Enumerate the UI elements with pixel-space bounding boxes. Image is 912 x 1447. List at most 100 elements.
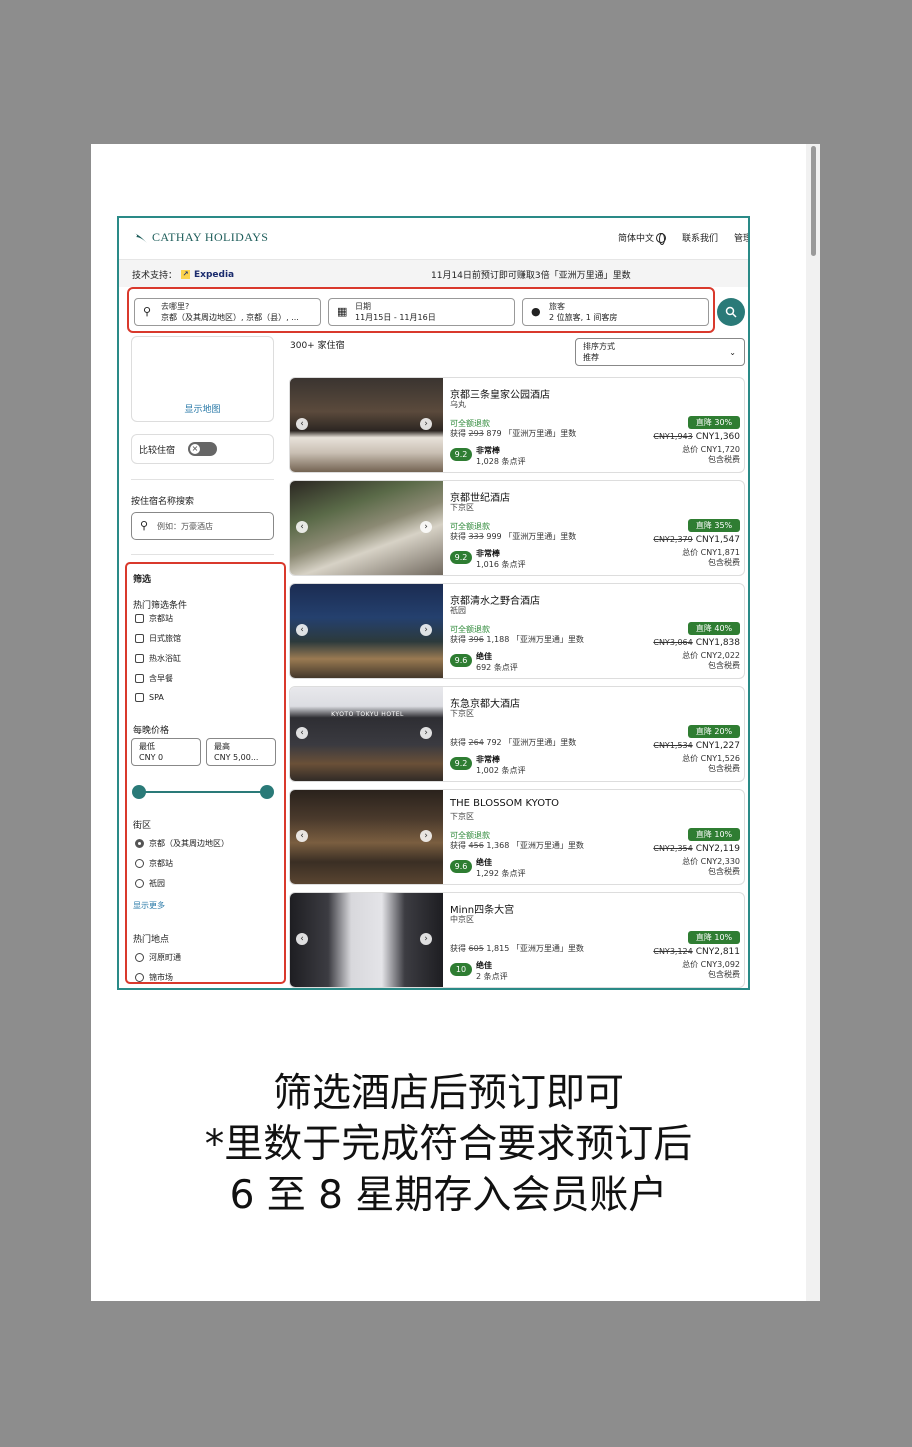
search-icon (725, 306, 737, 318)
hotel-card[interactable]: ‹ › 京都清水之野合酒店 祇园 可全额退款 获得 396 1,188 「亚洲万… (289, 583, 745, 679)
price-line: CNY1,534 CNY1,227 (653, 741, 740, 751)
show-map-link[interactable]: 显示地图 (132, 402, 273, 415)
caption-line: *里数于完成符合要求预订后 (204, 1122, 693, 1167)
filter-checkbox[interactable]: 京都站 (135, 613, 173, 624)
miles-suffix: 「亚洲万里通」里数 (511, 841, 584, 850)
miles-prefix: 获得 (450, 429, 466, 438)
dates-field[interactable]: ▦ 日期 11月15日 - 11月16日 (328, 298, 515, 326)
district-label: 祇园 (149, 879, 165, 888)
price-slider-max-handle[interactable] (260, 785, 274, 799)
search-button[interactable] (717, 298, 745, 326)
travelers-label: 旅客 (549, 302, 565, 311)
price-slider-track[interactable] (139, 791, 266, 793)
next-photo-icon[interactable]: › (420, 727, 432, 739)
calendar-icon: ▦ (337, 305, 348, 318)
filter-checkbox[interactable]: 含早餐 (135, 673, 173, 684)
name-search-input[interactable]: ⚲ 例如：万豪酒店 (131, 512, 274, 540)
search-highlight-box: ⚲ 去哪里? 京都（及其周边地区）, 京都（县）, ... ▦ 日期 11月15… (127, 287, 715, 333)
hotel-card[interactable]: KYOTO TOKYU HOTEL ‹ › 东急京都大酒店 下京区 获得 264… (289, 686, 745, 782)
landmark-radio[interactable]: 河原町通 (135, 952, 181, 963)
filter-checkbox[interactable]: 日式旅馆 (135, 633, 181, 644)
prev-photo-icon[interactable]: ‹ (296, 624, 308, 636)
current-price: CNY1,360 (695, 432, 740, 442)
next-photo-icon[interactable]: › (420, 521, 432, 533)
hotel-card[interactable]: ‹ › 京都世纪酒店 下京区 可全额退款 获得 333 999 「亚洲万里通」里… (289, 480, 745, 576)
sort-dropdown[interactable]: 排序方式 推荐 ⌄ (575, 338, 745, 366)
radio-icon (135, 953, 144, 962)
miles-suffix: 「亚洲万里通」里数 (504, 429, 577, 438)
prev-photo-icon[interactable]: ‹ (296, 830, 308, 842)
price-slider-min-handle[interactable] (132, 785, 146, 799)
manage-link[interactable]: 管理 (734, 231, 748, 244)
taxes-note: 包含税费 (708, 764, 740, 773)
language-selector[interactable]: 简体中文 (618, 231, 666, 245)
travelers-value: 2 位旅客, 1 间客房 (549, 313, 618, 322)
district-radio[interactable]: 祇园 (135, 878, 165, 889)
radio-icon (135, 879, 144, 888)
prev-photo-icon[interactable]: ‹ (296, 521, 308, 533)
district-radio[interactable]: 京都（及其周边地区） (135, 838, 229, 849)
landmarks-title: 热门地点 (133, 935, 170, 945)
promo-text: 11月14日前预订即可赚取3倍「亚洲万里通」里数 (431, 271, 631, 281)
filter-label: 热水浴缸 (149, 654, 181, 663)
old-price: CNY2,354 (653, 844, 693, 853)
hotel-card[interactable]: ‹ › Minn四条大宫 中京区 获得 605 1,815 「亚洲万里通」里数 … (289, 892, 745, 988)
old-price: CNY3,124 (653, 947, 693, 956)
compare-toggle[interactable]: × (188, 442, 217, 456)
prev-photo-icon[interactable]: ‹ (296, 933, 308, 945)
name-search-title: 按住宿名称搜索 (131, 497, 195, 507)
district-radio[interactable]: 京都站 (135, 858, 173, 869)
price-title: 每晚价格 (133, 726, 170, 736)
current-price: CNY1,838 (695, 638, 740, 648)
contact-link[interactable]: 联系我们 (682, 231, 718, 244)
show-more-link[interactable]: 显示更多 (133, 900, 165, 911)
discount-badge: 直降 35% (688, 519, 740, 532)
miles-prefix: 获得 (450, 944, 466, 953)
page-scrollbar[interactable] (806, 144, 820, 1301)
district-title: 街区 (133, 821, 152, 831)
miles-old: 293 (468, 429, 484, 438)
sort-label: 排序方式 (583, 342, 615, 351)
destination-field[interactable]: ⚲ 去哪里? 京都（及其周边地区）, 京都（县）, ... (134, 298, 321, 326)
filter-checkbox[interactable]: 热水浴缸 (135, 653, 181, 664)
hotel-card[interactable]: ‹ › 京都三条皇家公园酒店 乌丸 可全额退款 获得 293 879 「亚洲万里… (289, 377, 745, 473)
price-min-field[interactable]: 最低 CNY 0 (131, 738, 201, 766)
miles-old: 396 (468, 635, 484, 644)
miles-old: 333 (468, 532, 484, 541)
miles-prefix: 获得 (450, 635, 466, 644)
price-line: CNY3,064 CNY1,838 (653, 638, 740, 648)
filter-checkbox[interactable]: SPA (135, 693, 164, 702)
prev-photo-icon[interactable]: ‹ (296, 727, 308, 739)
travelers-field[interactable]: ● 旅客 2 位旅客, 1 间客房 (522, 298, 709, 326)
landmark-label: 锦市场 (149, 973, 173, 982)
price-max-label: 最高 (214, 742, 230, 751)
miles-text: 获得 264 792 「亚洲万里通」里数 (450, 737, 576, 748)
landmark-label: 河原町通 (149, 953, 181, 962)
next-photo-icon[interactable]: › (420, 418, 432, 430)
prev-photo-icon[interactable]: ‹ (296, 418, 308, 430)
price-line: CNY2,379 CNY1,547 (653, 535, 740, 545)
hotel-card[interactable]: ‹ › THE BLOSSOM KYOTO 下京区 可全额退款 获得 456 1… (289, 789, 745, 885)
map-preview[interactable]: 显示地图 (131, 336, 274, 422)
next-photo-icon[interactable]: › (420, 830, 432, 842)
cathay-logo[interactable]: CATHAY HOLIDAYS (133, 230, 268, 245)
price-max-field[interactable]: 最高 CNY 5,00... (206, 738, 276, 766)
next-photo-icon[interactable]: › (420, 624, 432, 636)
expedia-brand: Expedia (194, 269, 235, 280)
dates-value: 11月15日 - 11月16日 (355, 313, 436, 322)
filter-label: SPA (149, 693, 164, 702)
popular-filters-title: 热门筛选条件 (133, 601, 188, 611)
review-count: 1,028 条点评 (476, 457, 526, 466)
review-count: 1,002 条点评 (476, 766, 526, 775)
review-count: 1,016 条点评 (476, 560, 526, 569)
sort-value: 推荐 (583, 353, 599, 362)
miles-text: 获得 605 1,815 「亚洲万里通」里数 (450, 943, 584, 954)
person-icon: ● (531, 305, 541, 318)
discount-badge: 直降 10% (688, 828, 740, 841)
next-photo-icon[interactable]: › (420, 933, 432, 945)
miles-text: 获得 333 999 「亚洲万里通」里数 (450, 531, 576, 542)
page-scrollbar-thumb[interactable] (811, 146, 816, 256)
landmark-radio[interactable]: 锦市场 (135, 972, 173, 983)
hotel-name[interactable]: THE BLOSSOM KYOTO (450, 798, 559, 809)
info-bar: 技术支持： ↗ Expedia 11月14日前预订即可赚取3倍「亚洲万里通」里数 (119, 260, 748, 287)
